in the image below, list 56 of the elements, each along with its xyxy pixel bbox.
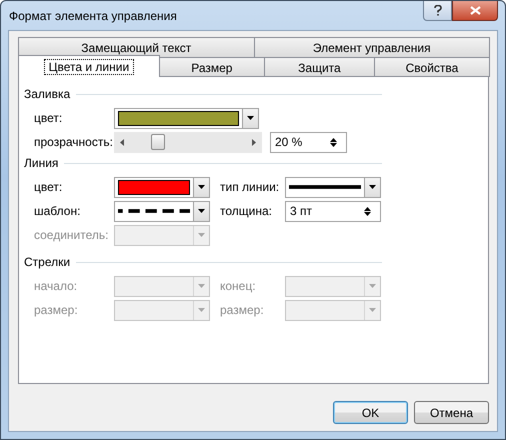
dash-style-dropdown[interactable] bbox=[114, 200, 210, 222]
tab[interactable]: Замещающий текст bbox=[18, 37, 254, 57]
tab[interactable]: Свойства bbox=[374, 57, 490, 77]
up-arrow-icon bbox=[330, 138, 337, 142]
dropdown-button[interactable] bbox=[193, 202, 209, 220]
slider-thumb[interactable] bbox=[151, 134, 166, 150]
field-label: шаблон: bbox=[34, 204, 82, 218]
color-dropdown[interactable] bbox=[114, 108, 259, 128]
solid-line-icon bbox=[289, 185, 361, 189]
field-label: прозрачность: bbox=[34, 135, 114, 149]
field-label: конец: bbox=[220, 279, 257, 293]
field-label: размер: bbox=[34, 303, 79, 317]
tab[interactable]: Элемент управления bbox=[254, 37, 490, 57]
section-title: Заливка bbox=[24, 87, 72, 101]
down-arrow-icon bbox=[369, 284, 376, 288]
dropdown-button[interactable] bbox=[364, 178, 380, 196]
line-style-dropdown[interactable] bbox=[285, 176, 381, 198]
tab[interactable]: Цвета и линии bbox=[18, 55, 160, 77]
down-arrow-icon bbox=[198, 185, 205, 189]
left-arrow-icon bbox=[120, 138, 124, 146]
spin-field[interactable]: 3 пт bbox=[285, 200, 381, 222]
ok-button[interactable]: OK bbox=[333, 401, 408, 424]
section-title: Линия bbox=[24, 156, 60, 170]
transparency-slider[interactable] bbox=[114, 132, 262, 152]
help-button[interactable] bbox=[423, 1, 452, 21]
field-label: цвет: bbox=[34, 111, 64, 125]
close-icon bbox=[470, 6, 480, 15]
field-label: начало: bbox=[34, 279, 78, 293]
help-icon bbox=[434, 5, 442, 16]
dropdown-button[interactable] bbox=[193, 178, 209, 196]
tab[interactable]: Защита bbox=[264, 57, 375, 77]
dropdown-button[interactable] bbox=[242, 108, 258, 128]
cancel-button[interactable]: Отмена bbox=[414, 401, 489, 424]
field-label: размер: bbox=[220, 303, 265, 317]
right-arrow-icon bbox=[252, 138, 256, 146]
color-dropdown[interactable] bbox=[114, 176, 210, 198]
down-arrow-icon bbox=[198, 308, 205, 312]
down-arrow-icon bbox=[364, 212, 371, 216]
down-arrow-icon bbox=[330, 142, 337, 146]
field-label: соединитель: bbox=[34, 228, 110, 242]
down-arrow-icon bbox=[198, 233, 205, 237]
down-arrow-icon bbox=[369, 185, 376, 189]
field-label: цвет: bbox=[34, 180, 64, 194]
field-label: тип линии: bbox=[220, 180, 280, 194]
down-arrow-icon bbox=[198, 284, 205, 288]
tab[interactable]: Размер bbox=[158, 57, 265, 77]
dashed-line-icon bbox=[118, 209, 190, 213]
window-title: Формат элемента управления bbox=[8, 8, 177, 22]
section-title: Стрелки bbox=[24, 255, 72, 269]
down-arrow-icon bbox=[247, 116, 254, 120]
spin-field[interactable]: 20 % bbox=[270, 132, 347, 152]
up-arrow-icon bbox=[364, 206, 371, 210]
field-label: толщина: bbox=[220, 204, 273, 218]
close-button[interactable] bbox=[452, 1, 498, 21]
down-arrow-icon bbox=[198, 209, 205, 213]
down-arrow-icon bbox=[369, 308, 376, 312]
